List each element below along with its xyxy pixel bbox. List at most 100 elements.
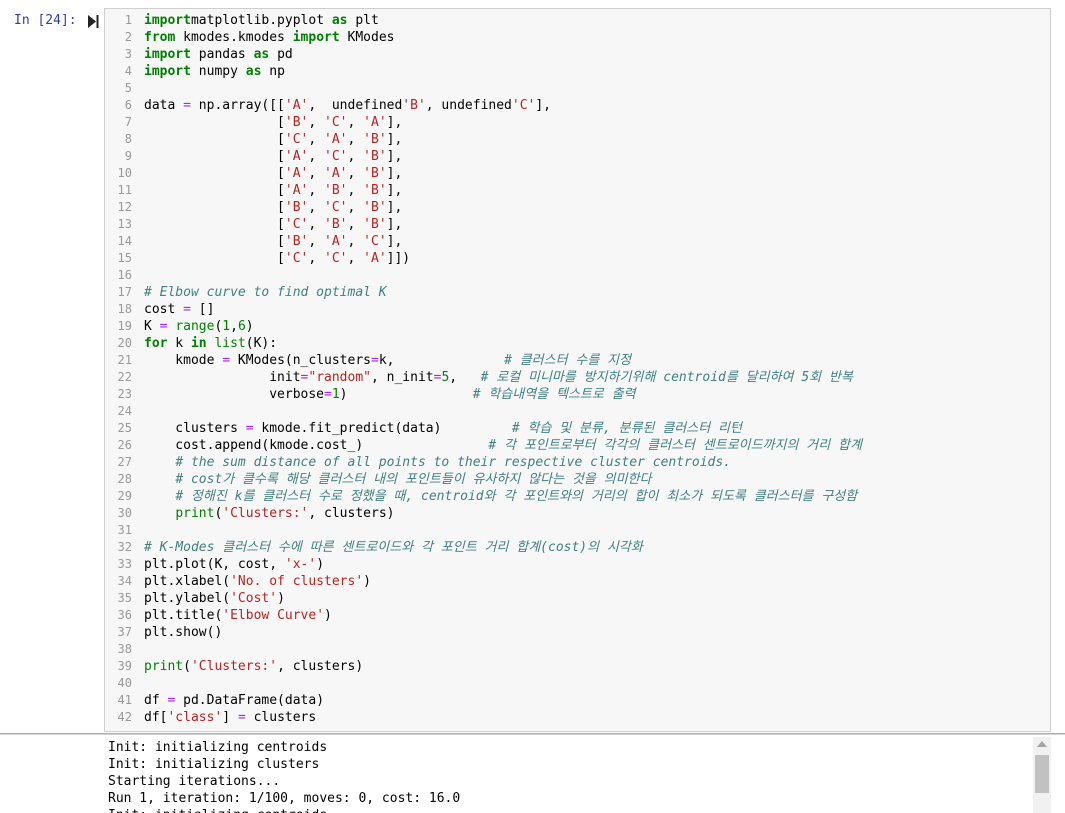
code-text[interactable]: ['C', 'B', 'B'], — [144, 216, 402, 233]
output-scrollbar[interactable] — [1033, 737, 1051, 813]
code-text[interactable]: ['B', 'C', 'A'], — [144, 114, 402, 131]
code-text[interactable]: # cost가 클수록 해당 클러스터 내의 포인트들이 유사하지 않다는 것을… — [144, 471, 651, 488]
code-line[interactable]: 30 print('Clusters:', clusters) — [105, 505, 1050, 522]
code-line[interactable]: 9 ['A', 'C', 'B'], — [105, 148, 1050, 165]
code-line[interactable]: 17 # Elbow curve to find optimal K — [105, 284, 1050, 301]
code-line[interactable]: 11 ['A', 'B', 'B'], — [105, 182, 1050, 199]
code-line[interactable]: 4 import numpy as np — [105, 63, 1050, 80]
code-text[interactable]: init="random", n_init=5, # 로컬 미니마를 방지하기위… — [144, 369, 853, 386]
code-line[interactable]: 34 plt.xlabel('No. of clusters') — [105, 573, 1050, 590]
scroll-up-arrow-icon[interactable] — [1037, 741, 1047, 747]
code-line[interactable]: 1 importmatplotlib.pyplot as plt — [105, 12, 1050, 29]
code-line[interactable]: 16 — [105, 267, 1050, 284]
code-text[interactable]: cost.append(kmode.cost_) # 각 포인트로부터 각각의 … — [144, 437, 862, 454]
code-text[interactable]: plt.xlabel('No. of clusters') — [144, 573, 371, 590]
code-text[interactable]: # Elbow curve to find optimal K — [144, 284, 387, 301]
code-line[interactable]: 12 ['B', 'C', 'B'], — [105, 199, 1050, 216]
code-line[interactable]: 32 # K-Modes 클러스터 수에 따른 센트로이드와 각 포인트 거리 합… — [105, 539, 1050, 556]
code-line[interactable]: 28 # cost가 클수록 해당 클러스터 내의 포인트들이 유사하지 않다는… — [105, 471, 1050, 488]
code-text[interactable]: data = np.array([['A', undefined'B', und… — [144, 97, 551, 114]
code-text[interactable]: df = pd.DataFrame(data) — [144, 692, 324, 709]
code-text[interactable]: ['A', 'A', 'B'], — [144, 165, 402, 182]
code-line[interactable]: 35 plt.ylabel('Cost') — [105, 590, 1050, 607]
code-line[interactable]: 23 verbose=1) # 학습내역을 텍스트로 출력 — [105, 386, 1050, 403]
code-line[interactable]: 22 init="random", n_init=5, # 로컬 미니마를 방지… — [105, 369, 1050, 386]
code-text[interactable]: ['B', 'C', 'B'], — [144, 199, 402, 216]
code-text[interactable]: # K-Modes 클러스터 수에 따른 센트로이드와 각 포인트 거리 합계(… — [144, 539, 643, 556]
code-line[interactable]: 3 import pandas as pd — [105, 46, 1050, 63]
code-token: = — [183, 98, 191, 113]
code-text[interactable]: plt.plot(K, cost, 'x-') — [144, 556, 324, 573]
code-text[interactable]: ['A', 'B', 'B'], — [144, 182, 402, 199]
code-token: , — [347, 200, 364, 215]
code-token: in — [190, 336, 207, 351]
code-token: 'C' — [284, 251, 309, 266]
code-line[interactable]: 41 df = pd.DataFrame(data) — [105, 692, 1050, 709]
code-line[interactable]: 5 — [105, 80, 1050, 97]
code-text[interactable]: importmatplotlib.pyplot as plt — [144, 12, 379, 29]
code-line[interactable]: 26 cost.append(kmode.cost_) # 각 포인트로부터 각… — [105, 437, 1050, 454]
code-text[interactable]: ['C', 'C', 'A']]) — [144, 250, 410, 267]
code-line[interactable]: 18 cost = [] — [105, 301, 1050, 318]
run-cell-icon[interactable] — [88, 15, 99, 28]
code-token: plt — [347, 13, 379, 28]
code-line[interactable]: 37 plt.show() — [105, 624, 1050, 641]
code-line[interactable]: 19 K = range(1,6) — [105, 318, 1050, 335]
code-line[interactable]: 6 data = np.array([['A', undefined'B', un… — [105, 97, 1050, 114]
code-text[interactable]: import numpy as np — [144, 63, 285, 80]
code-token: , — [308, 200, 325, 215]
code-line[interactable]: 8 ['C', 'A', 'B'], — [105, 131, 1050, 148]
code-line[interactable]: 21 kmode = KModes(n_clusters=k, # 클러스터 수… — [105, 352, 1050, 369]
code-text[interactable]: cost = [] — [144, 301, 214, 318]
line-number: 36 — [117, 608, 132, 622]
code-text[interactable]: print('Clusters:', clusters) — [144, 658, 363, 675]
code-text[interactable]: clusters = kmode.fit_predict(data) # 학습 … — [144, 420, 742, 437]
code-token: (K): — [245, 336, 278, 351]
code-line[interactable]: 36 plt.title('Elbow Curve') — [105, 607, 1050, 624]
scroll-thumb[interactable] — [1035, 755, 1049, 793]
code-line[interactable]: 42 df['class'] = clusters — [105, 709, 1050, 726]
code-line[interactable]: 14 ['B', 'A', 'C'], — [105, 233, 1050, 250]
code-text[interactable]: # 정해진 k를 클러스터 수로 정했을 때, centroid와 각 포인트와… — [144, 488, 857, 505]
code-text[interactable]: for k in list(K): — [144, 335, 277, 352]
code-line[interactable]: 33 plt.plot(K, cost, 'x-') — [105, 556, 1050, 573]
code-line[interactable]: 24 — [105, 403, 1050, 420]
code-token: , clusters) — [277, 659, 364, 674]
code-text[interactable]: ['B', 'A', 'C'], — [144, 233, 402, 250]
line-number: 27 — [117, 455, 132, 469]
code-line[interactable]: 38 — [105, 641, 1050, 658]
code-text[interactable]: # the sum distance of all points to thei… — [144, 454, 731, 471]
code-text[interactable]: plt.ylabel('Cost') — [144, 590, 285, 607]
code-line[interactable]: 25 clusters = kmode.fit_predict(data) # … — [105, 420, 1050, 437]
code-text[interactable]: print('Clusters:', clusters) — [144, 505, 394, 522]
code-text[interactable]: import pandas as pd — [144, 46, 293, 63]
code-line[interactable]: 31 — [105, 522, 1050, 539]
code-line[interactable]: 13 ['C', 'B', 'B'], — [105, 216, 1050, 233]
code-line[interactable]: 15 ['C', 'C', 'A']]) — [105, 250, 1050, 267]
code-line[interactable]: 7 ['B', 'C', 'A'], — [105, 114, 1050, 131]
code-text[interactable]: K = range(1,6) — [144, 318, 254, 335]
code-text[interactable]: ['A', 'C', 'B'], — [144, 148, 402, 165]
code-area[interactable]: 1 importmatplotlib.pyplot as plt 2 from kmo… — [105, 12, 1050, 726]
code-token: range — [175, 319, 215, 334]
code-token: as — [331, 13, 348, 28]
code-text[interactable]: verbose=1) # 학습내역을 텍스트로 출력 — [144, 386, 635, 403]
code-line[interactable]: 20 for k in list(K): — [105, 335, 1050, 352]
code-text[interactable]: kmode = KModes(n_clusters=k, # 클러스터 수를 지… — [144, 352, 631, 369]
code-cell-editor[interactable]: 1 importmatplotlib.pyplot as plt 2 from kmo… — [104, 8, 1051, 732]
code-token: , — [347, 132, 364, 147]
code-line[interactable]: 29 # 정해진 k를 클러스터 수로 정했을 때, centroid와 각 포… — [105, 488, 1050, 505]
code-text[interactable]: from kmodes.kmodes import KModes — [144, 29, 394, 46]
code-line[interactable]: 10 ['A', 'A', 'B'], — [105, 165, 1050, 182]
code-token: = — [245, 421, 254, 436]
code-text[interactable]: plt.show() — [144, 624, 222, 641]
code-line[interactable]: 2 from kmodes.kmodes import KModes — [105, 29, 1050, 46]
code-line[interactable]: 40 — [105, 675, 1050, 692]
line-number: 28 — [117, 472, 132, 486]
code-line[interactable]: 39 print('Clusters:', clusters) — [105, 658, 1050, 675]
code-text[interactable]: ['C', 'A', 'B'], — [144, 131, 402, 148]
code-text[interactable]: df['class'] = clusters — [144, 709, 316, 726]
line-number: 15 — [117, 251, 132, 265]
code-text[interactable]: plt.title('Elbow Curve') — [144, 607, 332, 624]
code-line[interactable]: 27 # the sum distance of all points to t… — [105, 454, 1050, 471]
